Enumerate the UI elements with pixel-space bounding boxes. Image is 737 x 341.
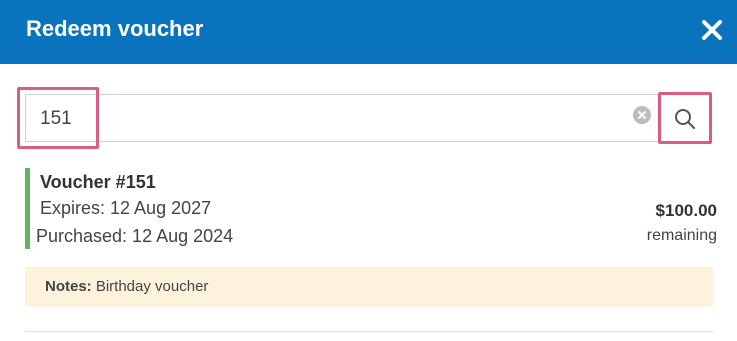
voucher-amount: $100.00 (655, 201, 717, 220)
notes-label: Notes: (45, 278, 92, 295)
search-input[interactable] (40, 104, 600, 134)
clear-icon (638, 111, 646, 119)
notes-text: Birthday voucher (95, 278, 209, 295)
voucher-expiry-date: Expires: 12 Aug 2027 (40, 198, 212, 218)
close-button[interactable] (700, 18, 724, 42)
search-icon (675, 109, 695, 129)
clear-search-button[interactable] (633, 106, 651, 124)
voucher-notes: Notes: Birthday voucher (25, 267, 713, 307)
voucher-name: Voucher #151 (40, 172, 156, 192)
dialog-title: Redeem voucher (26, 16, 204, 41)
close-icon (702, 20, 722, 40)
voucher-amount-label: remaining (646, 227, 717, 244)
search-input-highlight (17, 87, 99, 149)
search-button[interactable] (658, 92, 712, 144)
voucher-purchase-date: Purchased: 12 Aug 2024 (36, 226, 234, 246)
divider (25, 331, 713, 332)
